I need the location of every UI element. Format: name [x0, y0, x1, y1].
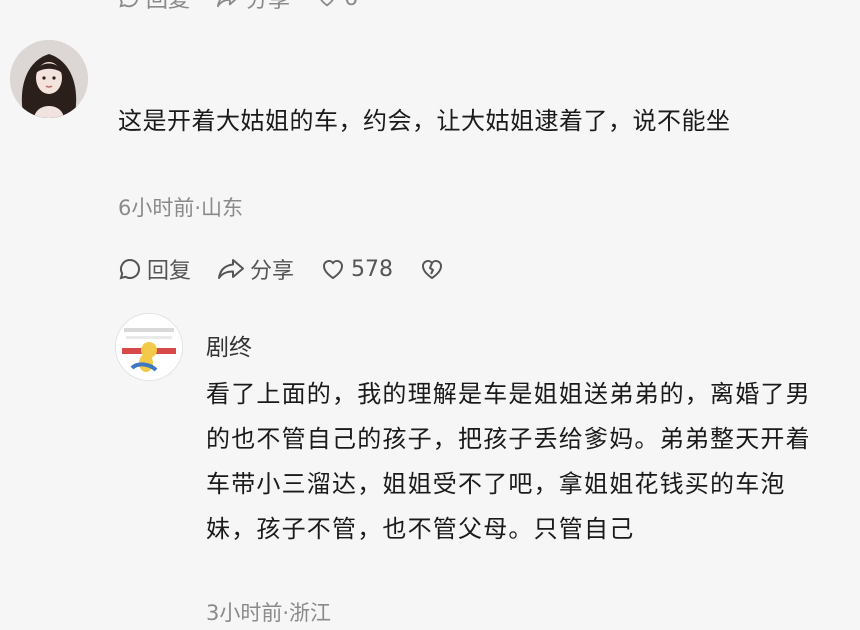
reply-text: 看了上面的，我的理解是车是姐姐送弟弟的，离婚了男的也不管自己的孩子，把孩子丢给爹… — [206, 380, 811, 543]
share-label: 分享 — [246, 0, 291, 13]
reply-label: 回复 — [147, 259, 192, 284]
avatar[interactable] — [10, 40, 88, 118]
reply-button[interactable]: 回复 — [118, 253, 191, 285]
reply-avatar[interactable] — [115, 313, 183, 381]
share-button[interactable]: 分享 — [216, 0, 290, 14]
avatar-image — [10, 40, 88, 118]
avatar-image — [116, 314, 182, 380]
comment-text: 这是开着大姑姐的车，约会，让大姑姐逮着了，说不能坐 — [118, 107, 731, 135]
comment-meta: 6小时前·山东 — [118, 196, 244, 220]
reply-button[interactable]: 回复 — [118, 0, 190, 14]
like-count: 6 — [344, 0, 358, 11]
heart-icon — [320, 0, 334, 7]
share-label: 分享 — [250, 259, 295, 284]
reply-meta: 3小时前·浙江 — [206, 601, 332, 625]
like-count: 578 — [351, 256, 394, 282]
comment-icon — [119, 0, 138, 8]
dislike-button[interactable] — [419, 257, 445, 281]
comment-icon — [119, 258, 140, 280]
like-button[interactable]: 6 — [316, 0, 358, 11]
share-icon — [217, 0, 237, 8]
reply-author[interactable]: 剧终 — [206, 328, 252, 362]
comment-actions: 回复 分享 578 — [118, 253, 471, 285]
share-button[interactable]: 分享 — [217, 253, 294, 285]
reply-label: 回复 — [146, 0, 191, 13]
share-icon — [218, 259, 245, 279]
broken-heart-icon — [422, 260, 443, 279]
like-button[interactable]: 578 — [320, 257, 393, 282]
previous-comment-actions: 回复 分享 6 — [118, 0, 358, 14]
heart-icon — [323, 260, 344, 280]
